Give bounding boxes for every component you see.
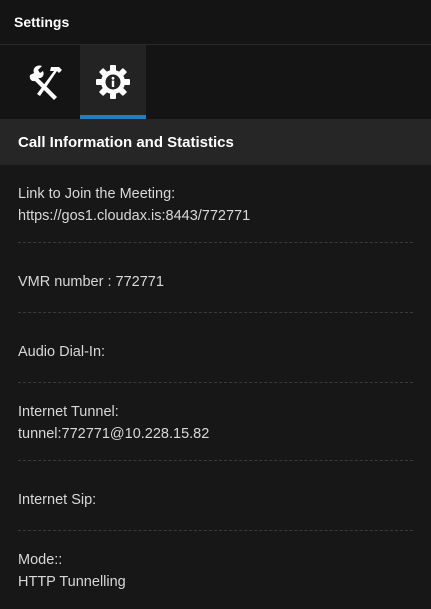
- tab-tools[interactable]: [14, 45, 80, 119]
- settings-title: Settings: [14, 14, 70, 30]
- info-gear-icon: [93, 62, 133, 102]
- call-info-list: Link to Join the Meeting: https://gos1.c…: [0, 165, 431, 609]
- internet-tunnel-item: Internet Tunnel: tunnel:772771@10.228.15…: [18, 383, 413, 461]
- join-link-item: Link to Join the Meeting: https://gos1.c…: [18, 165, 413, 243]
- tools-icon: [26, 61, 68, 103]
- join-link-label: Link to Join the Meeting:: [18, 186, 176, 202]
- internet-sip-item: Internet Sip:: [18, 461, 413, 531]
- internet-tunnel-value: tunnel:772771@10.228.15.82: [18, 426, 210, 442]
- section-title: Call Information and Statistics: [18, 133, 234, 151]
- settings-titlebar: Settings: [0, 0, 431, 45]
- section-header: Call Information and Statistics: [0, 119, 431, 165]
- internet-sip-label: Internet Sip:: [18, 492, 97, 508]
- mode-item: Mode:: HTTP Tunnelling: [18, 531, 413, 609]
- tab-info[interactable]: [80, 45, 146, 119]
- internet-tunnel-label: Internet Tunnel:: [18, 404, 119, 420]
- vmr-number-text: VMR number : 772771: [18, 274, 164, 290]
- mode-label: Mode::: [18, 552, 63, 568]
- join-link-value: https://gos1.cloudax.is:8443/772771: [18, 208, 251, 224]
- audio-dial-in-item: Audio Dial-In:: [18, 313, 413, 383]
- mode-value: HTTP Tunnelling: [18, 574, 126, 590]
- vmr-number-item: VMR number : 772771: [18, 243, 413, 313]
- audio-dial-in-label: Audio Dial-In:: [18, 344, 106, 360]
- settings-tabs: [0, 45, 431, 119]
